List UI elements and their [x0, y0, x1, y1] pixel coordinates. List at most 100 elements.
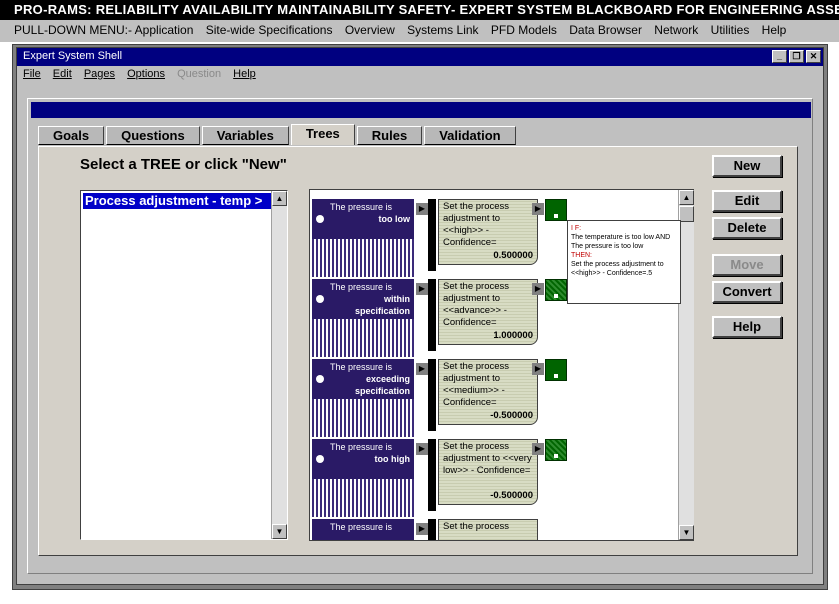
- rule-node[interactable]: [545, 359, 567, 381]
- scroll-up-icon[interactable]: ▲: [272, 191, 287, 206]
- app-menu-strip: PULL-DOWN MENU:- Application Site-wide S…: [0, 20, 839, 42]
- tooltip-if-text: The temperature is too low AND The press…: [571, 234, 671, 250]
- menu-network[interactable]: Network: [654, 23, 698, 37]
- scroll-thumb[interactable]: [679, 206, 694, 222]
- window-menu: File Edit Pages Options Question Help: [17, 66, 823, 84]
- condition-value: exceeding specification: [354, 374, 410, 396]
- condition-node[interactable]: The pressure is exceeding specification: [312, 359, 414, 437]
- window-title-text: Expert System Shell: [23, 50, 123, 62]
- confidence-value: 1.000000: [493, 330, 533, 341]
- condition-prefix: The pressure is: [330, 362, 393, 372]
- menu-application[interactable]: PULL-DOWN MENU:- Application: [14, 23, 193, 37]
- connector-bar: [428, 279, 436, 351]
- node-dot-icon: [554, 454, 558, 458]
- tooltip-then-label: THEN:: [571, 252, 592, 259]
- instruction-label: Select a TREE or click "New": [80, 156, 287, 173]
- move-button: Move: [712, 254, 782, 276]
- scroll-down-icon[interactable]: ▼: [272, 524, 287, 539]
- confidence-value: 0.500000: [493, 250, 533, 261]
- menu-systems-link[interactable]: Systems Link: [407, 23, 478, 37]
- arrow-right-icon: ▶: [532, 203, 544, 215]
- list-item[interactable]: Process adjustment - temp >: [83, 193, 271, 209]
- menu-site-wide-specifications[interactable]: Site-wide Specifications: [206, 23, 333, 37]
- condition-node-header: The pressure is too low: [312, 199, 414, 239]
- rule-node[interactable]: [545, 439, 567, 461]
- delete-button[interactable]: Delete: [712, 217, 782, 239]
- node-dot-icon: [554, 214, 558, 218]
- condition-node-header: The pressure is within specification: [312, 279, 414, 319]
- arrow-right-icon: ▶: [532, 283, 544, 295]
- menu-options[interactable]: Options: [127, 68, 165, 80]
- menu-utilities[interactable]: Utilities: [711, 23, 750, 37]
- menu-help[interactable]: Help: [762, 23, 787, 37]
- listbox-scrollbar[interactable]: ▲ ▼: [271, 191, 287, 539]
- tab-goals[interactable]: Goals: [38, 126, 105, 145]
- condition-value: within specification: [354, 294, 410, 316]
- condition-prefix: The pressure is: [330, 522, 393, 532]
- connector-bar: [428, 439, 436, 511]
- menu-question: Question: [177, 68, 222, 80]
- condition-prefix: The pressure is: [330, 442, 393, 452]
- tab-questions[interactable]: Questions: [106, 126, 200, 145]
- convert-button[interactable]: Convert: [712, 281, 782, 303]
- tooltip-then-text: Set the process adjustment to <<high>> -…: [571, 261, 664, 277]
- arrow-right-icon: ▶: [416, 203, 428, 215]
- conclusion-node[interactable]: Set the process adjustment to <<advance>…: [438, 279, 538, 345]
- help-button[interactable]: Help: [712, 316, 782, 338]
- conclusion-node[interactable]: Set the process adjustment to <<very low…: [438, 439, 538, 505]
- menu-overview[interactable]: Overview: [345, 23, 395, 37]
- condition-node[interactable]: The pressure is: [312, 519, 414, 540]
- minimize-icon[interactable]: _: [772, 50, 787, 63]
- arrow-right-icon: ▶: [416, 443, 428, 455]
- conclusion-text: Set the process adjustment to <<high>> -…: [443, 201, 510, 248]
- condition-node-header: The pressure is exceeding specification: [312, 359, 414, 399]
- node-dot-icon: [554, 294, 558, 298]
- menu-edit[interactable]: Edit: [53, 68, 72, 80]
- condition-prefix: The pressure is: [330, 202, 393, 212]
- panel-header-bar: [31, 102, 811, 118]
- tab-variables[interactable]: Variables: [201, 126, 289, 145]
- conclusion-node[interactable]: Set the process: [438, 519, 538, 540]
- app-title: PRO-RAMS: RELIABILITY AVAILABILITY MAINT…: [0, 0, 839, 20]
- condition-value: too low: [378, 214, 411, 224]
- menu-data-browser[interactable]: Data Browser: [569, 23, 642, 37]
- node-dot-icon: [554, 374, 558, 378]
- confidence-value: -0.500000: [490, 410, 533, 421]
- node-dot-icon: [316, 375, 324, 383]
- arrow-right-icon: ▶: [416, 283, 428, 295]
- condition-node[interactable]: The pressure is too high: [312, 439, 414, 517]
- tree-listbox[interactable]: Process adjustment - temp > ▲ ▼: [80, 190, 288, 540]
- restore-icon[interactable]: ❐: [789, 50, 804, 63]
- node-dot-icon: [316, 295, 324, 303]
- condition-node[interactable]: The pressure is too low: [312, 199, 414, 277]
- conclusion-text: Set the process adjustment to <<very low…: [443, 441, 532, 476]
- arrow-right-icon: ▶: [416, 363, 428, 375]
- condition-node[interactable]: The pressure is within specification: [312, 279, 414, 357]
- node-dot-icon: [316, 455, 324, 463]
- scroll-up-icon[interactable]: ▲: [679, 190, 694, 205]
- connector-bar: [428, 199, 436, 271]
- tab-trees[interactable]: Trees: [290, 124, 355, 145]
- condition-node-header: The pressure is: [312, 519, 414, 540]
- menu-pfd-models[interactable]: PFD Models: [491, 23, 557, 37]
- window-title: Expert System Shell _ ❐ ✕: [17, 48, 823, 66]
- rule-tooltip: I F: The temperature is too low AND The …: [567, 220, 681, 304]
- conclusion-node[interactable]: Set the process adjustment to <<medium>>…: [438, 359, 538, 425]
- condition-prefix: The pressure is: [330, 282, 393, 292]
- rule-node[interactable]: [545, 199, 567, 221]
- condition-value: too high: [374, 454, 411, 464]
- edit-button[interactable]: Edit: [712, 190, 782, 212]
- scroll-down-icon[interactable]: ▼: [679, 525, 694, 540]
- menu-pages[interactable]: Pages: [84, 68, 115, 80]
- tab-validation[interactable]: Validation: [424, 126, 516, 145]
- new-button[interactable]: New: [712, 155, 782, 177]
- node-dot-icon: [316, 215, 324, 223]
- menu-file[interactable]: File: [23, 68, 41, 80]
- close-icon[interactable]: ✕: [806, 50, 821, 63]
- conclusion-node[interactable]: Set the process adjustment to <<high>> -…: [438, 199, 538, 265]
- confidence-value: -0.500000: [490, 490, 533, 501]
- tab-rules[interactable]: Rules: [356, 126, 423, 145]
- rule-node[interactable]: [545, 279, 567, 301]
- menu-window-help[interactable]: Help: [233, 68, 256, 80]
- arrow-right-icon: ▶: [532, 363, 544, 375]
